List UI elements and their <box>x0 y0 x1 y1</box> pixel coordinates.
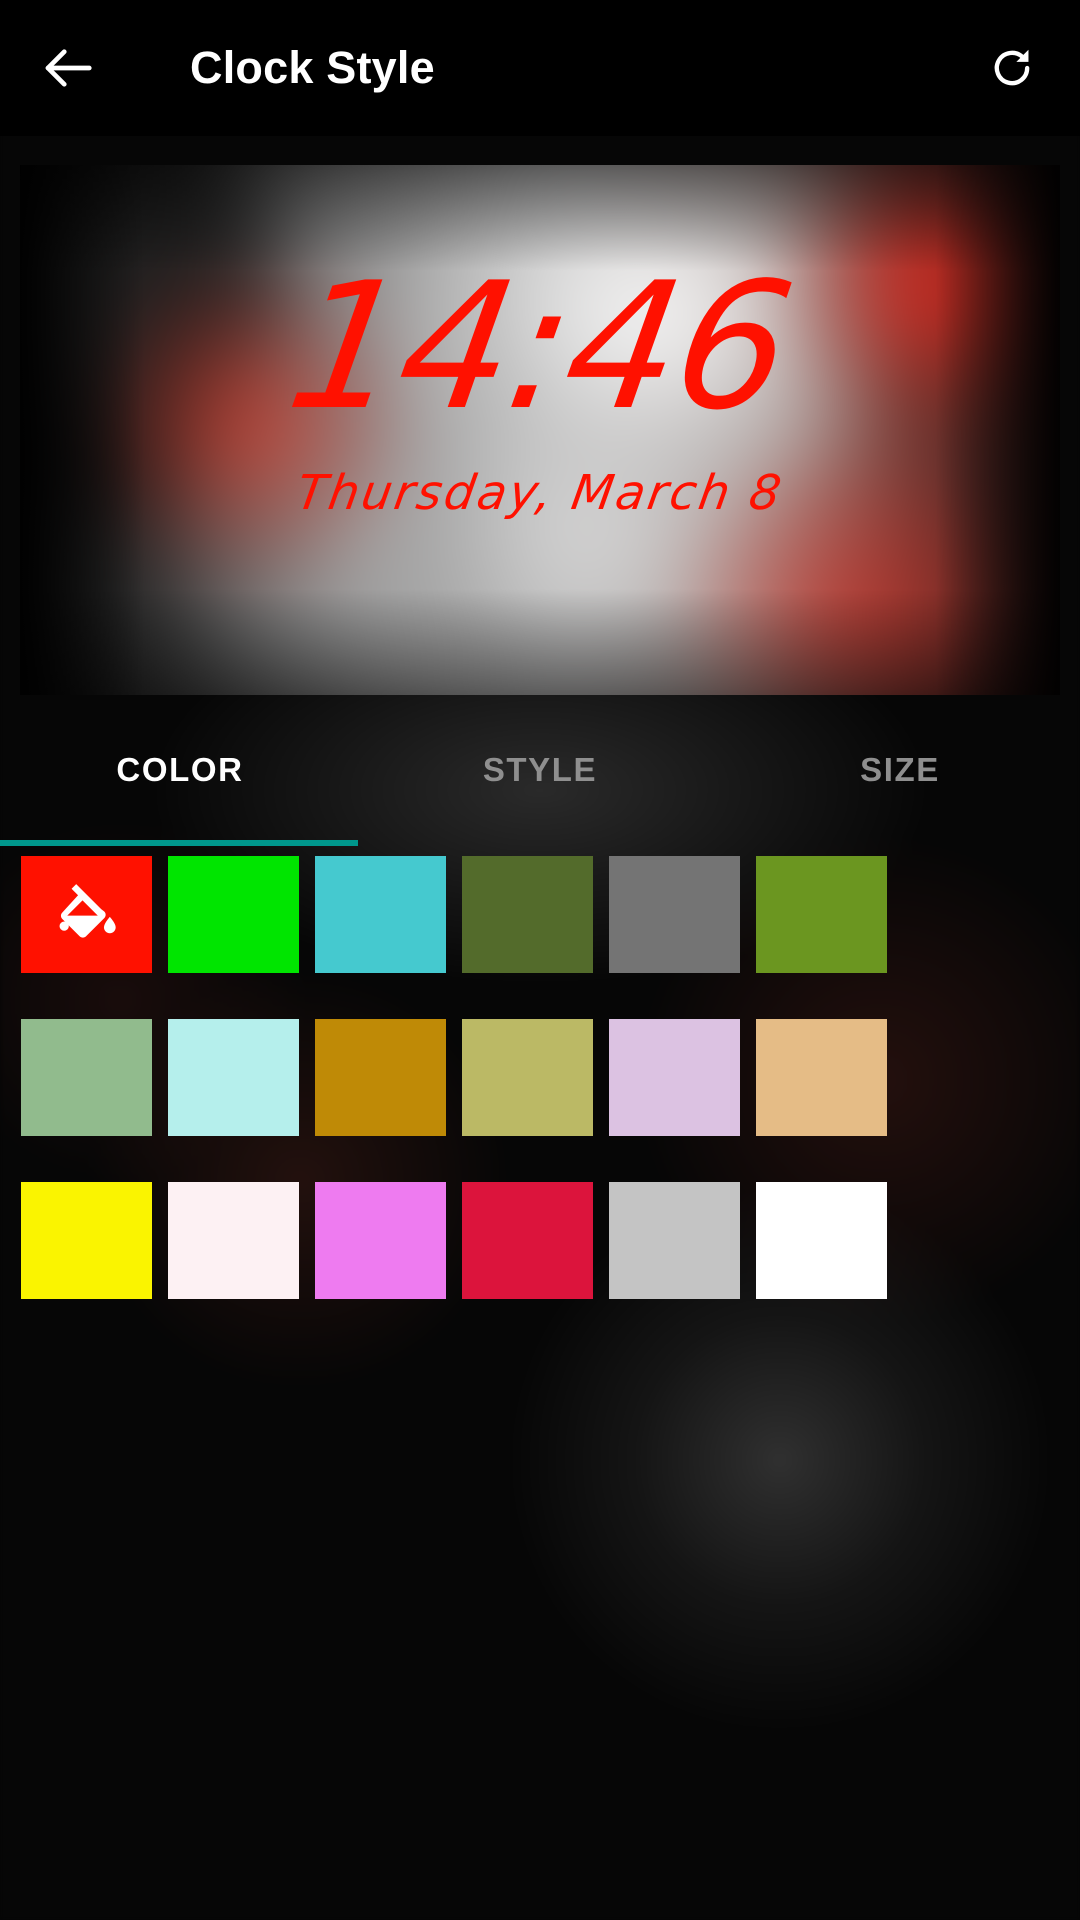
tab-size-label: SIZE <box>860 751 940 788</box>
color-swatch-olive-drab[interactable] <box>756 856 887 973</box>
color-swatch-gray[interactable] <box>609 856 740 973</box>
page-title: Clock Style <box>190 42 435 93</box>
tab-bar: COLOR STYLE SIZE <box>0 700 1080 846</box>
refresh-button[interactable] <box>976 32 1048 104</box>
color-swatch-pale-turquoise[interactable] <box>168 1019 299 1136</box>
refresh-icon <box>986 42 1038 94</box>
color-swatch-white[interactable] <box>756 1182 887 1299</box>
clock-style-screen: Clock Style 14:46 Thursday, March 8 COLO… <box>0 0 1080 1920</box>
color-swatch-lavender-blush[interactable] <box>168 1182 299 1299</box>
color-swatch-dark-olive[interactable] <box>462 856 593 973</box>
color-swatch-dark-sea-green[interactable] <box>21 1019 152 1136</box>
app-bar: Clock Style <box>0 0 1080 136</box>
color-swatch-green[interactable] <box>168 856 299 973</box>
tab-row: COLOR STYLE SIZE <box>0 700 1080 840</box>
color-swatch-dark-goldenrod[interactable] <box>315 1019 446 1136</box>
color-swatch-dark-khaki[interactable] <box>462 1019 593 1136</box>
arrow-left-icon <box>38 38 98 98</box>
color-swatch-silver[interactable] <box>609 1182 740 1299</box>
active-tab-indicator <box>0 840 358 846</box>
tab-color-label: COLOR <box>116 751 244 788</box>
color-swatch-violet[interactable] <box>315 1182 446 1299</box>
clock-time-text: 14:46 <box>276 246 804 449</box>
tab-style-label: STYLE <box>482 751 598 788</box>
color-swatch-thistle[interactable] <box>609 1019 740 1136</box>
color-swatch-yellow[interactable] <box>21 1182 152 1299</box>
clock-date-text: Thursday, March 8 <box>292 465 788 521</box>
color-swatch-grid <box>21 856 1065 1299</box>
clock-preview-panel: 14:46 Thursday, March 8 <box>20 165 1060 695</box>
back-button[interactable] <box>32 32 104 104</box>
tab-color[interactable]: COLOR <box>0 700 360 840</box>
color-swatch-burlywood[interactable] <box>756 1019 887 1136</box>
tab-size[interactable]: SIZE <box>720 700 1080 840</box>
color-swatch-turquoise[interactable] <box>315 856 446 973</box>
tab-style[interactable]: STYLE <box>360 700 720 840</box>
color-swatch-crimson[interactable] <box>462 1182 593 1299</box>
color-swatch-red[interactable] <box>21 856 152 973</box>
